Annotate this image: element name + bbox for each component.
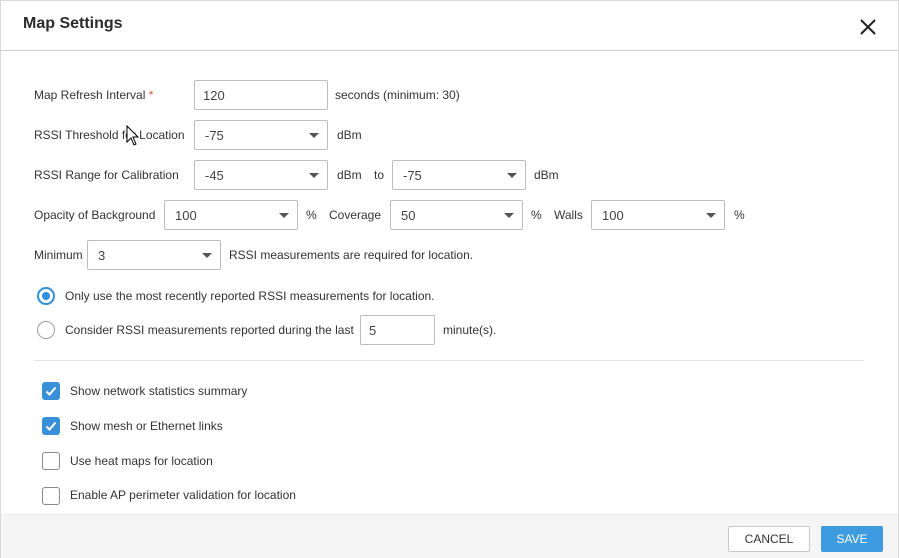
chevron-down-icon [507, 173, 517, 178]
time-window-minutes-input[interactable] [360, 315, 435, 345]
radio-time-window-label: Consider RSSI measurements reported duri… [65, 323, 354, 337]
rssi-threshold-value: -75 [205, 128, 224, 143]
minimum-suffix: RSSI measurements are required for locat… [229, 248, 474, 262]
rssi-range-from-unit: dBm [337, 168, 362, 182]
opacity-background-select[interactable]: 100 [164, 200, 298, 230]
dialog-header: Map Settings [1, 1, 898, 51]
save-button[interactable]: SAVE [821, 526, 883, 552]
required-mark: * [148, 88, 154, 102]
walls-unit: % [734, 208, 745, 222]
checkmark-icon [45, 421, 57, 431]
radio-recent-label: Only use the most recently reported RSSI… [65, 289, 435, 303]
checkbox-network-stats-label: Show network statistics summary [70, 384, 248, 398]
checkbox-ap-perimeter[interactable] [42, 487, 60, 505]
checkbox-mesh-links[interactable] [42, 417, 60, 435]
dialog-footer: CANCEL SAVE [1, 514, 898, 558]
refresh-interval-input[interactable] [194, 80, 328, 110]
rssi-range-from-select[interactable]: -45 [194, 160, 328, 190]
rssi-range-to-select[interactable]: -75 [392, 160, 526, 190]
coverage-select[interactable]: 50 [390, 200, 523, 230]
walls-select[interactable]: 100 [591, 200, 725, 230]
opacity-background-value: 100 [175, 208, 197, 223]
chevron-down-icon [309, 173, 319, 178]
opacity-background-unit: % [306, 208, 317, 222]
minimum-select[interactable]: 3 [87, 240, 221, 270]
rssi-range-to-unit: dBm [534, 168, 559, 182]
opacity-background-label: Opacity of Background [34, 208, 156, 222]
map-settings-dialog: Map Settings Map Refresh Interval * seco… [0, 0, 899, 558]
coverage-value: 50 [401, 208, 416, 223]
coverage-label: Coverage [329, 208, 382, 222]
walls-value: 100 [602, 208, 624, 223]
rssi-range-from-value: -45 [205, 168, 224, 183]
checkbox-network-stats[interactable] [42, 382, 60, 400]
checkmark-icon [45, 386, 57, 396]
mouse-cursor-icon [126, 124, 140, 150]
rssi-threshold-select[interactable]: -75 [194, 120, 328, 150]
rssi-range-to-label: to [374, 168, 385, 182]
walls-label: Walls [554, 208, 583, 222]
chevron-down-icon [706, 213, 716, 218]
rssi-threshold-label: RSSI Threshold for Location [34, 128, 185, 142]
close-icon[interactable] [857, 16, 879, 38]
cancel-button[interactable]: CANCEL [728, 526, 810, 552]
rssi-threshold-unit: dBm [337, 128, 362, 142]
radio-recent-measurements[interactable] [37, 287, 55, 305]
dialog-title: Map Settings [23, 15, 123, 32]
time-window-unit: minute(s). [443, 323, 497, 337]
radio-time-window[interactable] [37, 321, 55, 339]
refresh-interval-label-text: Map Refresh Interval [34, 88, 146, 102]
chevron-down-icon [202, 253, 212, 258]
rssi-range-to-value: -75 [403, 168, 422, 183]
chevron-down-icon [504, 213, 514, 218]
refresh-interval-label: Map Refresh Interval * [34, 88, 153, 102]
minimum-label: Minimum [34, 248, 83, 262]
rssi-range-label: RSSI Range for Calibration [34, 168, 179, 182]
checkbox-ap-perimeter-label: Enable AP perimeter validation for locat… [70, 488, 296, 502]
chevron-down-icon [279, 213, 289, 218]
checkbox-mesh-links-label: Show mesh or Ethernet links [70, 419, 223, 433]
chevron-down-icon [309, 133, 319, 138]
checkbox-heat-maps-label: Use heat maps for location [70, 454, 213, 468]
coverage-unit: % [531, 208, 542, 222]
minimum-value: 3 [98, 248, 106, 263]
checkbox-heat-maps[interactable] [42, 452, 60, 470]
refresh-interval-hint: seconds (minimum: 30) [335, 88, 460, 102]
section-divider [34, 360, 864, 361]
